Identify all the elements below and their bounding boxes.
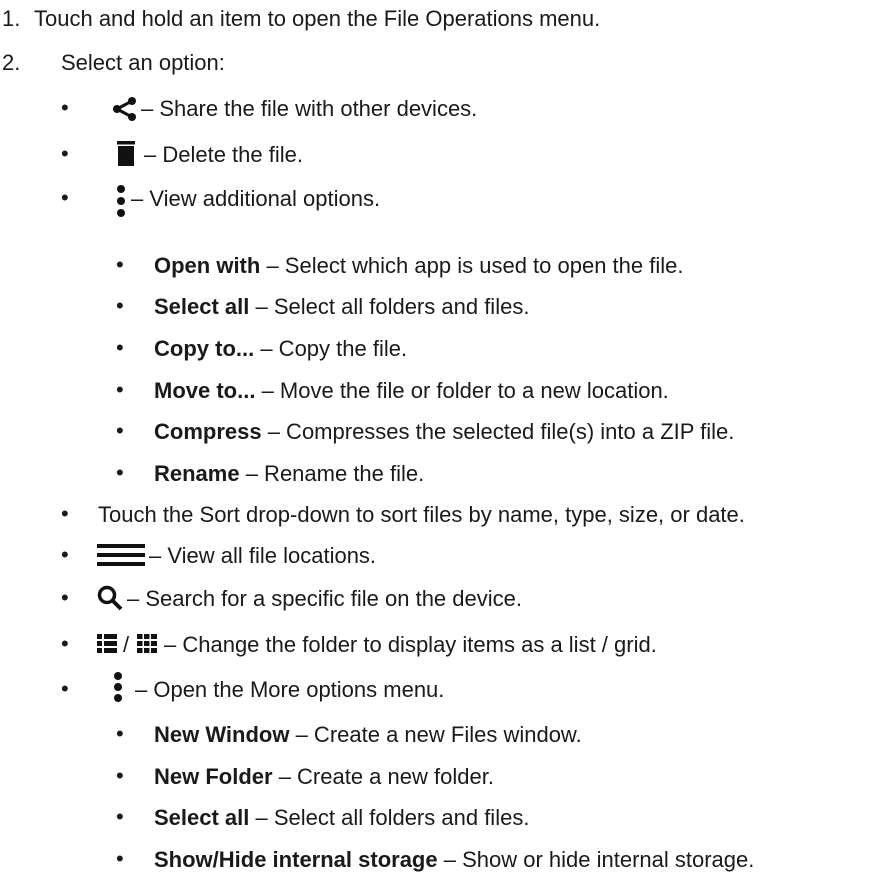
option-name: Select all: [154, 805, 250, 830]
grid-view-icon: [137, 633, 157, 653]
menu-icon: [97, 543, 145, 567]
option-desc: – Compresses the selected file(s) into a…: [261, 419, 735, 444]
option-desc: – Select which app is used to open the f…: [260, 253, 684, 278]
item-text: – Search for a specific file on the devi…: [127, 586, 522, 611]
share-icon: [112, 96, 138, 122]
list-view-icon: [97, 633, 117, 653]
bullet: •: [61, 585, 69, 610]
trash-icon: [116, 141, 136, 167]
search-icon: [97, 585, 123, 611]
more-vert-icon: [113, 671, 123, 703]
separator: /: [123, 632, 130, 657]
bullet: •: [61, 501, 69, 526]
option-name: Move to...: [154, 378, 256, 403]
option-name: Select all: [154, 294, 250, 319]
bullet: •: [116, 460, 124, 485]
item-text: – Change the folder to display items as …: [164, 632, 657, 657]
option-name: Compress: [154, 419, 262, 444]
bullet: •: [61, 141, 69, 166]
item-text: – Open the More options menu.: [135, 677, 445, 702]
item-text: – View additional options.: [131, 186, 381, 211]
option-name: Show/Hide internal storage: [154, 847, 438, 872]
bullet: •: [116, 721, 124, 746]
option-name: Rename: [154, 461, 240, 486]
option-desc: – Copy the file.: [254, 336, 408, 361]
bullet: •: [61, 95, 69, 120]
option-desc: – Create a new Files window.: [289, 722, 582, 747]
option-desc: – Show or hide internal storage.: [437, 847, 755, 872]
bullet: •: [116, 846, 124, 871]
option-desc: – Select all folders and files.: [249, 805, 530, 830]
step-number: 1.: [2, 6, 21, 31]
bullet: •: [116, 335, 124, 360]
bullet: •: [116, 377, 124, 402]
bullet: •: [116, 252, 124, 277]
more-vert-icon: [116, 184, 126, 222]
option-desc: – Select all folders and files.: [249, 294, 530, 319]
bullet: •: [61, 676, 69, 701]
option-desc: – Create a new folder.: [272, 764, 494, 789]
bullet: •: [61, 185, 69, 210]
item-text: – Share the file with other devices.: [141, 96, 478, 121]
step-number: 2.: [2, 50, 21, 75]
step-text: Touch and hold an item to open the File …: [34, 6, 601, 31]
bullet: •: [116, 418, 124, 443]
bullet: •: [116, 804, 124, 829]
item-text: – Delete the file.: [144, 142, 303, 167]
bullet: •: [116, 763, 124, 788]
option-desc: – Move the file or folder to a new locat…: [255, 378, 669, 403]
bullet: •: [116, 293, 124, 318]
item-text: – View all file locations.: [149, 543, 377, 568]
option-name: Open with: [154, 253, 261, 278]
step-text: Select an option:: [61, 50, 225, 75]
option-name: New Window: [154, 722, 290, 747]
option-name: New Folder: [154, 764, 273, 789]
option-name: Copy to...: [154, 336, 255, 361]
bullet: •: [61, 542, 69, 567]
bullet: •: [61, 631, 69, 656]
item-text: Touch the Sort drop-down to sort files b…: [98, 502, 745, 527]
option-desc: – Rename the file.: [239, 461, 425, 486]
